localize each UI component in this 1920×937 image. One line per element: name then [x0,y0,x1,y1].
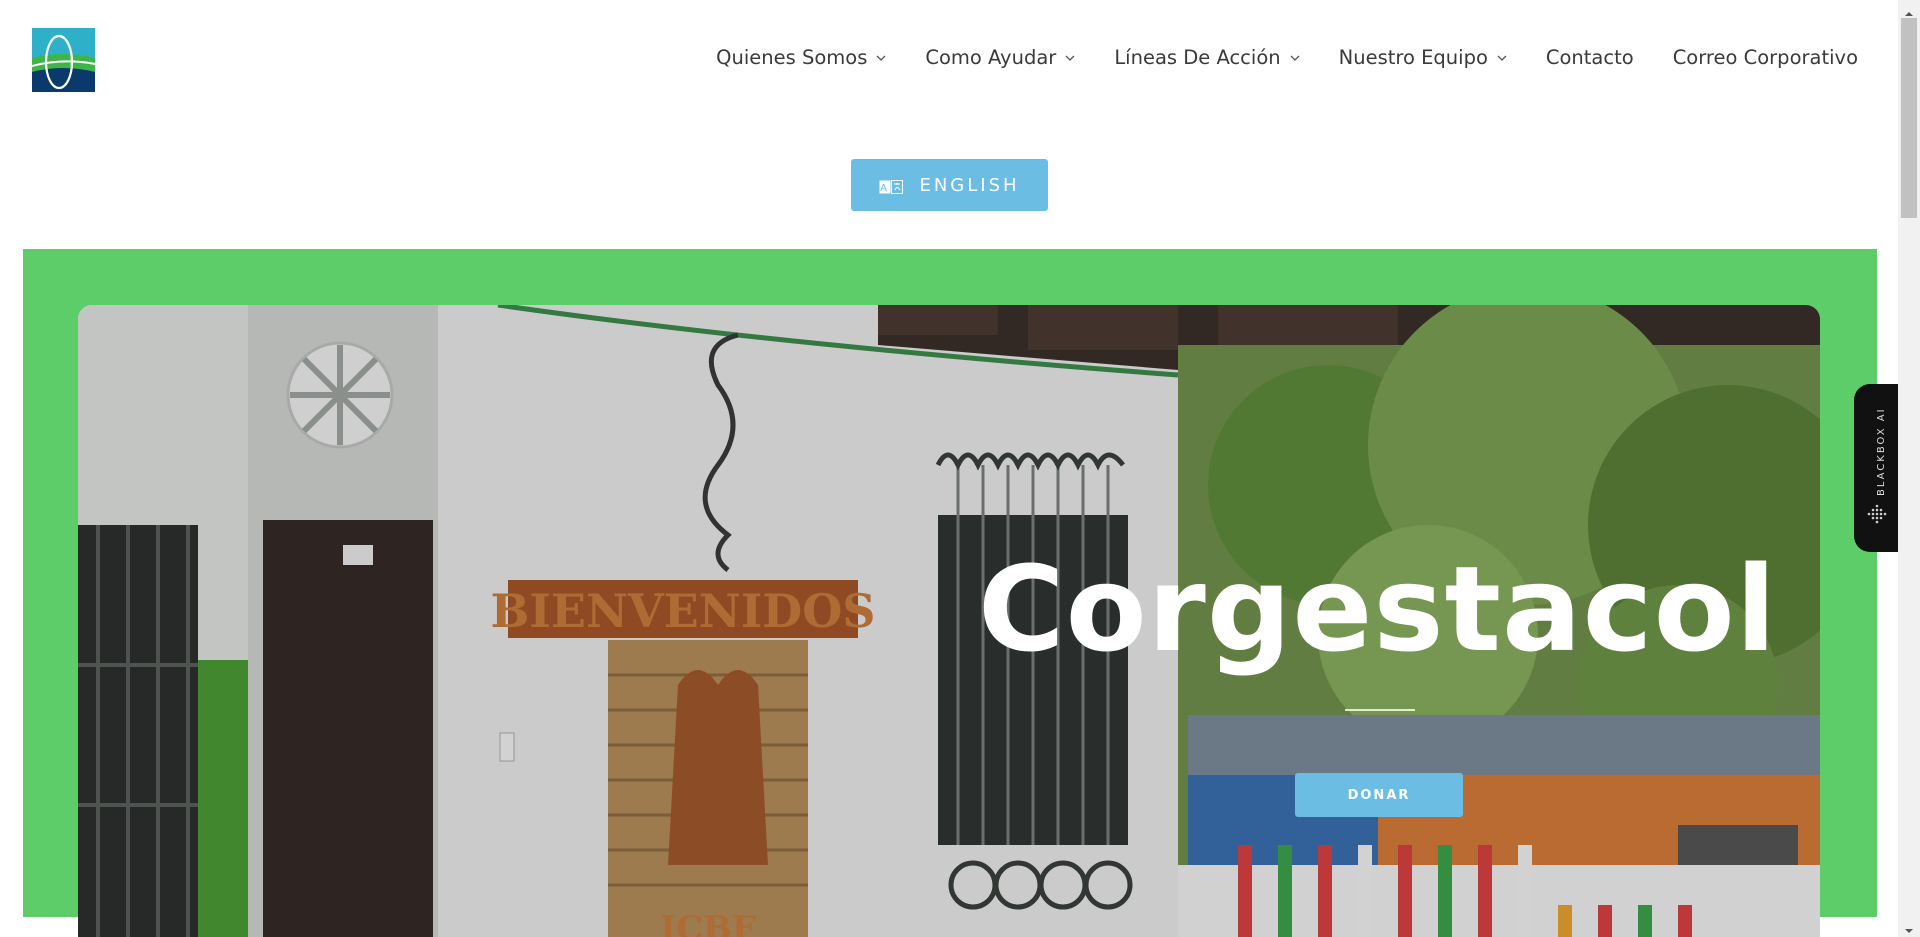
scroll-down-arrow-icon[interactable] [1904,921,1914,933]
nav-item-correo-corporativo[interactable]: Correo Corporativo [1673,46,1858,69]
chevron-down-icon [1497,53,1507,63]
nav-item-quienes-somos[interactable]: Quienes Somos [716,46,886,69]
language-switch-label: ENGLISH [919,174,1020,196]
hero-banner: BIENVENIDOS ICBF Corgestacol DONAR [78,305,1820,937]
nav-item-como-ayudar[interactable]: Como Ayudar [925,46,1075,69]
scrollbar-thumb[interactable] [1901,18,1917,218]
organization-logo-icon [31,28,96,92]
hero-title: Corgestacol [978,540,1778,678]
chevron-down-icon [1065,53,1075,63]
translate-icon: A [879,178,904,194]
nav-item-label: Nuestro Equipo [1338,46,1488,69]
nav-item-label: Líneas De Acción [1114,46,1281,69]
page-scrollbar[interactable] [1898,0,1920,937]
blackbox-ai-widget[interactable]: BLACKBOX AI [1854,384,1899,552]
chevron-down-icon [876,53,886,63]
chevron-down-icon [1290,53,1300,63]
svg-text:A: A [881,183,891,194]
hero-divider [1345,709,1415,711]
nav-item-label: Contacto [1545,46,1634,69]
nav-item-nuestro-equipo[interactable]: Nuestro Equipo [1339,46,1507,69]
nav-item-contacto[interactable]: Contacto [1546,46,1634,69]
site-logo[interactable] [31,28,96,92]
nav-item-label: Correo Corporativo [1672,46,1858,69]
nav-item-label: Como Ayudar [925,46,1057,69]
blackbox-ai-label: BLACKBOX AI [1876,407,1887,496]
nav-item-label: Quienes Somos [716,46,868,69]
blackbox-ai-icon [1867,504,1887,524]
scroll-up-arrow-icon[interactable] [1904,4,1914,16]
language-switch-button[interactable]: A ENGLISH [851,159,1048,211]
site-header: Quienes Somos Como Ayudar Líneas De Acci… [0,0,1898,120]
donate-button[interactable]: DONAR [1295,773,1463,817]
nav-item-lineas-de-accion[interactable]: Líneas De Acción [1114,46,1300,69]
main-navigation: Quienes Somos Como Ayudar Líneas De Acci… [677,46,1858,69]
